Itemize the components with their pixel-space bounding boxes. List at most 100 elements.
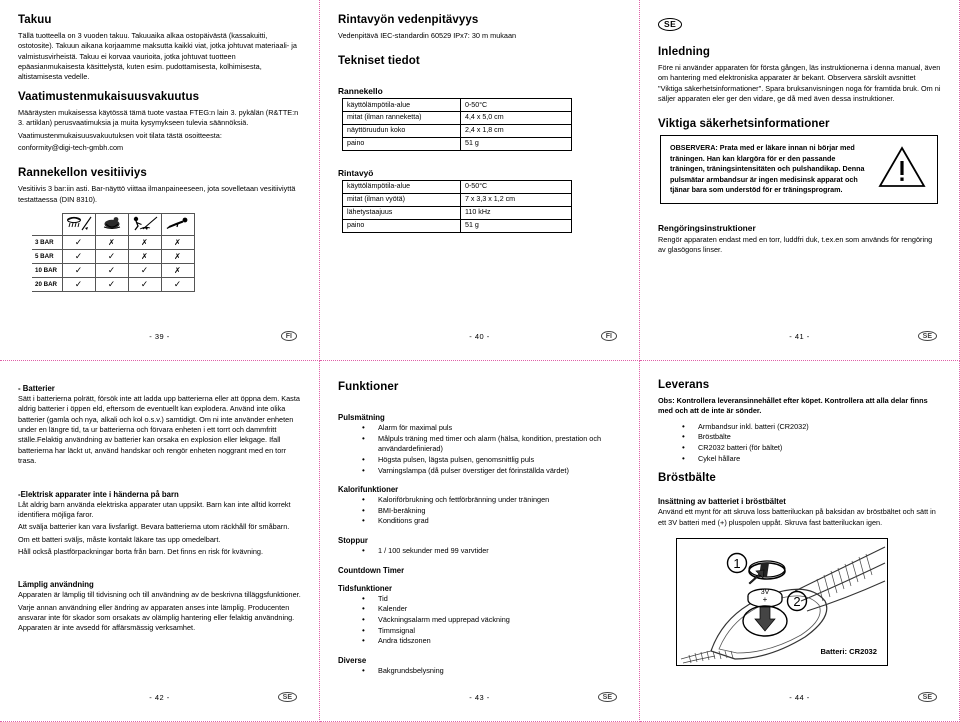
mark-cell: ✗: [160, 262, 195, 278]
water-resistance-title: Rannekellon vesitiiviys: [18, 167, 147, 180]
page-number: - 44 -: [789, 693, 810, 702]
warranty-title: Takuu: [18, 14, 52, 26]
rain-splash-icon: [61, 212, 96, 236]
list-item: Väckningsalarm med upprepad väckning: [362, 614, 621, 626]
table-row: lähetystaajuus 110 kHz: [342, 205, 572, 220]
spec-key: lähetystaajuus: [342, 205, 461, 220]
list-item: Cykel hållare: [682, 453, 941, 465]
conformity-line1: Määräysten mukaisessa käytössä tämä tuot…: [18, 107, 299, 128]
page-40: Rintavyön vedenpitävyys Vedenpitävä IEC-…: [320, 0, 640, 361]
spec-value: 2,4 x 1,8 cm: [460, 124, 572, 139]
page-number: - 42 -: [149, 693, 170, 702]
list-item: Armbandsur inkl. batteri (CR2032): [682, 421, 941, 433]
bar-label: 20 BAR: [32, 276, 63, 292]
page-footer: - 43 - SE: [320, 692, 639, 707]
list-item: Andra tidszonen: [362, 635, 621, 647]
belt-water-title: Rintavyön vedenpitävyys: [338, 14, 479, 26]
usage-title: Lämplig användning: [18, 580, 94, 590]
spec-value: 0-50°C: [460, 180, 572, 195]
mark-cell: ✓: [94, 248, 129, 264]
children-line4: Håll också plastförpackningar borta från…: [18, 546, 263, 556]
list-item: Målpuls träning med timer och alarm (häl…: [362, 433, 621, 455]
belt-specs-subtitle: Rintavyö: [338, 168, 374, 179]
cleaning-body: Rengör apparaten endast med en torr, lud…: [658, 234, 933, 254]
list-item: Varningslampa (då pulser överstiger det …: [362, 465, 621, 477]
chest-belt-body: Använd ett mynt för att skruva loss batt…: [658, 507, 936, 527]
spec-value: 4,4 x 5,0 cm: [460, 111, 572, 126]
list-item: Bakgrundsbelysning: [362, 665, 621, 677]
page-footer: - 40 - FI: [320, 331, 639, 346]
list-item: Timmsignal: [362, 625, 621, 637]
group-title-stopwatch: Stoppur: [338, 536, 368, 546]
intro-body: Före ni använder apparaten för första gå…: [658, 63, 941, 104]
spec-value: 7 x 3,3 x 1,2 cm: [460, 193, 572, 207]
mark-cell: ✓: [94, 262, 129, 278]
list-item: Högsta pulsen, lägsta pulsen, genomsnitt…: [362, 454, 621, 466]
page-44: Leverans Obs: Kontrollera leveransinnehå…: [640, 361, 960, 722]
batteries-title: - Batterier: [18, 384, 55, 393]
children-line2: Att svälja batterier kan vara livsfarlig…: [18, 522, 290, 532]
children-line3: Om ett batteri sväljs, måste kontakt läk…: [18, 534, 221, 544]
list-item: Tid: [362, 593, 621, 605]
warning-triangle-icon: [877, 145, 929, 194]
functions-title: Funktioner: [338, 381, 399, 393]
list-item: Konditions grad: [362, 516, 621, 527]
page-43: Funktioner Pulsmätning Alarm för maximal…: [320, 361, 640, 722]
bar-label: 5 BAR: [32, 248, 63, 264]
spec-key: mitat (ilman ranneketta): [342, 111, 461, 126]
table-row: käyttölämpötila-alue 0-50°C: [342, 180, 572, 195]
group-title-time: Tidsfunktioner: [338, 583, 393, 593]
diagram-battery-polarity: +: [763, 595, 768, 604]
function-list-time: Tid Kalender Väckningsalarm med upprepad…: [362, 593, 621, 647]
group-title-pulse: Pulsmätning: [338, 413, 385, 422]
country-badge: SE: [917, 331, 937, 341]
table-row: 3 BAR ✓ ✗ ✗ ✗: [32, 234, 195, 250]
spec-value: 51 g: [460, 218, 572, 233]
table-row: 10 BAR ✓ ✓ ✓ ✗: [32, 262, 195, 278]
table-row: käyttölämpötila-alue 0-50°C: [342, 98, 572, 113]
table-row: mitat (ilman ranneketta) 4,4 x 5,0 cm: [342, 111, 572, 126]
page-41: SE Inledning Före ni använder apparaten …: [640, 0, 960, 361]
group-title-countdown: Countdown Timer: [338, 565, 405, 575]
mark-cell: ✓: [160, 276, 195, 292]
conformity-email: conformity@digi-tech-gmbh.com: [18, 142, 124, 152]
watch-specs-subtitle: Rannekello: [338, 86, 383, 97]
spec-key: käyttölämpötila-alue: [342, 98, 461, 113]
page-number: - 43 -: [469, 693, 490, 702]
bar-label: 3 BAR: [32, 234, 63, 250]
spec-key: käyttölämpötila-alue: [342, 180, 461, 195]
page-number: - 41 -: [789, 332, 810, 341]
chest-belt-subtitle: Insättning av batteriet i bröstbältet: [658, 497, 786, 507]
function-list-calories: Kaloriförbrukning och fettförbränning un…: [362, 494, 621, 527]
list-item: Alarm för maximal puls: [362, 422, 621, 434]
function-list-pulse: Alarm för maximal puls Målpuls träning m…: [362, 422, 621, 477]
table-row: näyttöruudun koko 2,4 x 1,8 cm: [342, 124, 572, 139]
list-item: 1 / 100 sekunder med 99 varvtider: [362, 545, 621, 557]
belt-specs-table: käyttölämpötila-alue 0-50°C mitat (ilman…: [342, 180, 572, 233]
table-row: 5 BAR ✓ ✓ ✗ ✗: [32, 248, 195, 264]
mark-cell: ✓: [61, 234, 96, 250]
page-footer: - 39 - FI: [0, 331, 319, 346]
usage-line2: Varje annan användning eller ändring av …: [18, 602, 295, 633]
function-list-misc: Bakgrundsbelysning: [362, 665, 621, 677]
water-resistance-body: Vesitiivis 3 bar:iin asti. Bar-näyttö vi…: [18, 184, 296, 204]
mark-cell: ✓: [61, 276, 96, 292]
delivery-note: Obs: Kontrollera leveransinnehållet efte…: [658, 396, 928, 416]
spec-value: 51 g: [460, 137, 572, 152]
list-item: Kaloriförbrukning och fettförbränning un…: [362, 494, 621, 506]
spec-key: mitat (ilman vyötä): [342, 193, 461, 207]
spec-value: 0-50°C: [460, 98, 572, 113]
group-title-calories: Kalorifunktioner: [338, 485, 399, 495]
mark-cell: ✗: [127, 248, 162, 264]
bar-label: 10 BAR: [32, 262, 63, 278]
warning-text: OBSERVERA: Prata med er läkare innan ni …: [670, 143, 865, 195]
page-footer: - 44 - SE: [640, 692, 959, 707]
shower-icon: [94, 212, 129, 236]
list-item: Bröstbälte: [682, 431, 941, 443]
table-row: mitat (ilman vyötä) 7 x 3,3 x 1,2 cm: [342, 193, 572, 207]
mark-cell: ✗: [94, 234, 129, 250]
conformity-title: Vaatimustenmukaisuusvakuutus: [18, 90, 200, 103]
spec-value: 110 kHz: [460, 205, 572, 220]
spec-key: paino: [342, 218, 461, 233]
swimming-icon: [127, 212, 162, 236]
